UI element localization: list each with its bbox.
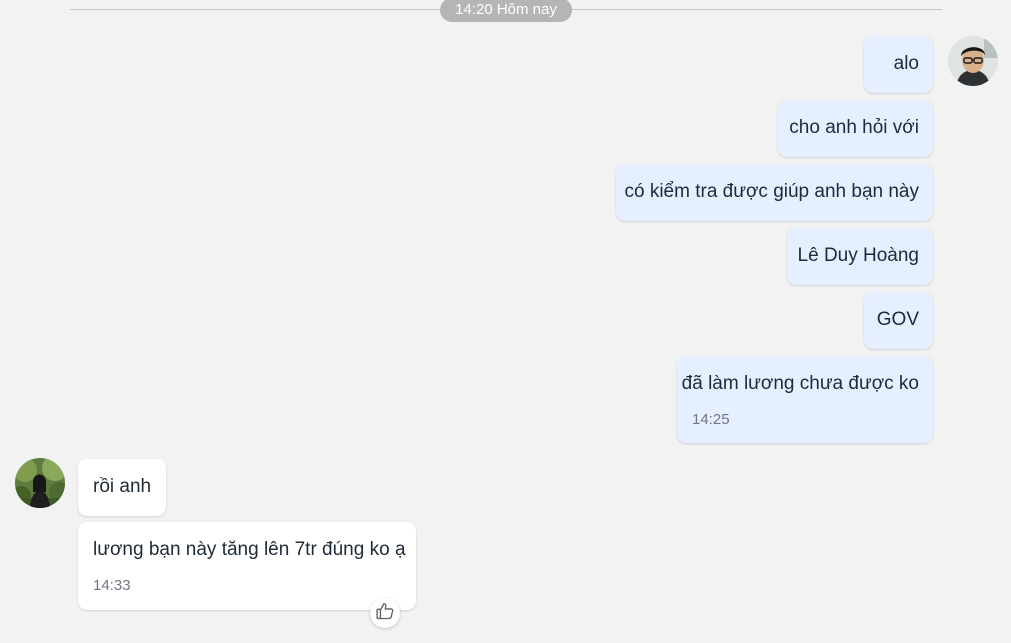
message-text: cho anh hỏi với xyxy=(789,117,919,138)
message-text: rồi anh xyxy=(93,476,152,497)
date-divider-label: 14:20 Hôm nay xyxy=(440,0,572,22)
message-text: alo xyxy=(893,53,919,74)
date-divider: 14:20 Hôm nay xyxy=(70,0,942,22)
message-timestamp: 14:33 xyxy=(93,577,131,594)
outgoing-message[interactable]: cho anh hỏi với xyxy=(778,100,933,157)
outgoing-message[interactable]: alo xyxy=(864,36,933,93)
outgoing-message[interactable]: Lê Duy Hoàng xyxy=(787,228,933,285)
outgoing-message[interactable]: có kiểm tra được giúp anh bạn này xyxy=(616,164,933,221)
incoming-message[interactable]: rồi anh xyxy=(78,459,166,516)
outgoing-message[interactable]: GOV xyxy=(864,292,933,349)
incoming-message[interactable]: lương bạn này tăng lên 7tr đúng ko ạ 14:… xyxy=(78,522,416,610)
message-timestamp: 14:25 xyxy=(692,411,730,428)
like-reaction-button[interactable] xyxy=(370,598,400,628)
message-text: Lê Duy Hoàng xyxy=(797,245,919,266)
message-text: lương bạn này tăng lên 7tr đúng ko ạ xyxy=(93,539,406,560)
self-avatar[interactable] xyxy=(948,36,998,86)
message-text: có kiểm tra được giúp anh bạn này xyxy=(624,181,919,202)
message-text: GOV xyxy=(876,309,919,330)
thumbs-up-icon xyxy=(375,601,395,626)
contact-avatar[interactable] xyxy=(15,458,65,508)
outgoing-message[interactable]: đã làm lương chưa được ko 14:25 xyxy=(677,356,933,443)
message-text: đã làm lương chưa được ko xyxy=(681,373,919,394)
